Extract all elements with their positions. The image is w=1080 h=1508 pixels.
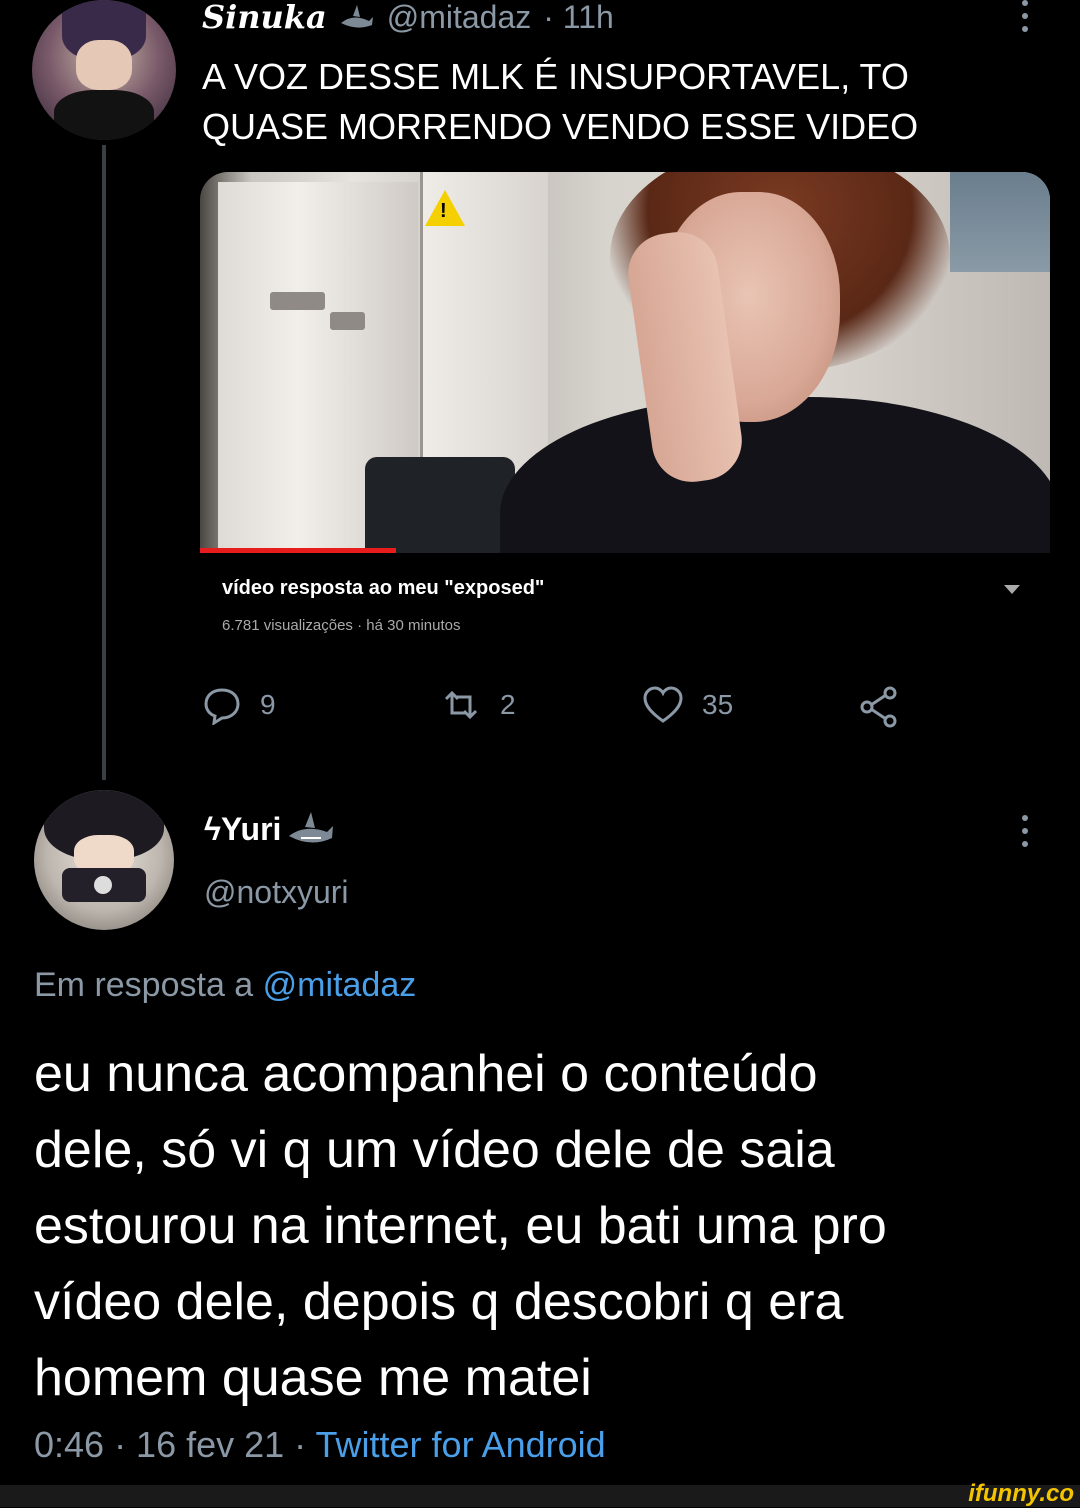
watermark: ifunny.co (968, 1480, 1074, 1507)
watermark-bar (0, 1485, 1080, 1507)
dropdown-icon[interactable] (1004, 585, 1020, 595)
reply-context: Em resposta a (34, 966, 254, 1004)
retweet-button[interactable]: 2 (440, 685, 516, 725)
more-icon[interactable] (1022, 815, 1030, 854)
tweet-text-line: QUASE MORRENDO VENDO ESSE VIDEO (202, 106, 919, 147)
handle[interactable]: @mitadaz (387, 0, 532, 36)
like-button[interactable]: 35 (642, 685, 733, 725)
tweet-text: eu nunca acompanhei o conteúdo dele, só … (34, 1036, 887, 1416)
video-progress-bar[interactable] (200, 548, 396, 553)
timestamp: 0:46 · 16 fev 21 · (34, 1424, 307, 1465)
avatar[interactable] (34, 790, 174, 930)
timestamp: · 11h (543, 0, 614, 35)
reply-to-link[interactable]: @mitadaz (263, 966, 417, 1004)
display-name[interactable]: Sinuka (202, 0, 327, 36)
thread-line (102, 145, 106, 780)
reply-count: 9 (260, 689, 276, 720)
like-count: 35 (702, 689, 734, 720)
video-title[interactable]: vídeo resposta ao meu "exposed" (222, 577, 544, 600)
shark-emoji-icon (340, 5, 373, 28)
share-button[interactable] (858, 685, 902, 729)
share-icon (860, 686, 897, 728)
tweet-text-line: dele, só vi q um vídeo dele de saia (34, 1121, 835, 1179)
reply-button[interactable]: 9 (202, 685, 276, 725)
tweet-text-line: homem quase me matei (34, 1349, 592, 1407)
display-name[interactable]: ϟYuri (204, 811, 281, 848)
tweet-text-line: A VOZ DESSE MLK É INSUPORTAVEL, TO (202, 56, 909, 97)
retweet-icon (444, 690, 478, 720)
handle[interactable]: @notxyuri (204, 874, 349, 911)
shark-emoji-icon (289, 812, 334, 843)
tweet-text-line: eu nunca acompanhei o conteúdo (34, 1045, 818, 1103)
tweet-text-line: vídeo dele, depois q descobri q era (34, 1273, 844, 1331)
tweet-text-line: estourou na internet, eu bati uma pro (34, 1197, 887, 1255)
like-icon (643, 686, 683, 723)
retweet-count: 2 (500, 689, 516, 720)
avatar[interactable] (32, 0, 176, 140)
video-meta: 6.781 visualizações · há 30 minutos (222, 617, 461, 634)
video-thumbnail[interactable]: ! (200, 172, 1050, 553)
source-link[interactable]: Twitter for Android (316, 1424, 606, 1465)
more-icon[interactable] (1022, 0, 1030, 39)
reply-icon (204, 688, 240, 725)
